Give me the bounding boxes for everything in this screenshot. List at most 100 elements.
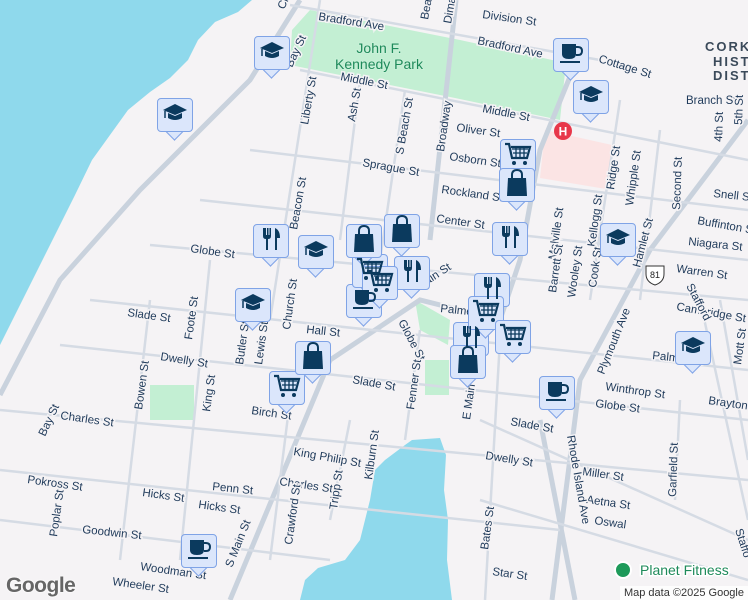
street-label: Dwelly St [160,351,210,370]
planet-fitness-poi[interactable]: Planet Fitness [614,561,730,580]
shopping-icon [352,224,376,258]
street-label: Oliver St [456,122,502,140]
street-label: Wooley St [566,244,585,298]
coffee-icon [544,379,570,408]
marker-box [539,376,575,410]
street-label: Garfield St [667,442,681,498]
green-space [425,360,449,395]
district-label: DISTR [713,68,748,83]
restaurant-marker[interactable] [492,222,528,265]
grocery-marker[interactable] [495,320,531,363]
map-attribution[interactable]: Map data ©2025 Google [619,586,748,600]
grocery-marker[interactable] [269,371,305,414]
shopping-icon [505,168,529,202]
street-label: Beac [419,0,435,21]
street-label: Buffinton St [696,215,748,237]
school-marker[interactable] [573,80,609,123]
marker-box [384,214,420,248]
shopping-marker[interactable] [450,345,486,388]
street-label: Bay St [37,402,63,439]
school-icon [259,40,285,67]
google-logo: Google [6,574,76,597]
street-label: Branch St [686,95,737,107]
street-label: Hall St [306,324,342,340]
school-marker[interactable] [675,331,711,374]
marker-box [499,168,535,202]
marker-box [553,38,589,72]
street-label: Hicks St [198,499,242,517]
school-marker[interactable] [600,223,636,266]
marker-box [346,224,382,258]
street-label: Rockland St [441,184,505,205]
district-label: CORKY [705,39,748,54]
grocery-icon [499,322,527,353]
school-marker[interactable] [157,98,193,141]
marker-box [181,534,217,568]
coffee-marker[interactable] [553,38,589,81]
marker-box [254,36,290,70]
street-label: Globe St [595,398,642,415]
school-icon [240,292,266,319]
street-label: Staffo [732,527,748,559]
hospital-area [540,130,612,190]
school-marker[interactable] [254,36,290,79]
street-label: Star St [492,566,529,583]
svg-text:81: 81 [650,270,660,280]
coffee-marker[interactable] [181,534,217,577]
street-label: Niagara St [688,236,744,254]
hospital-marker[interactable]: H [554,122,572,140]
street-label: Snell St [713,188,748,204]
street-label: S Beach St [394,96,416,156]
street-label: Wheeler St [112,576,171,596]
street-label: King St [201,373,218,412]
street-label: Foote St [183,295,201,341]
street-label: Poplar St [48,488,67,537]
street-label: Tripp St [328,469,346,511]
district-label: HISTO [713,54,748,69]
street-label: Oswal [594,515,627,531]
marker-box [450,345,486,379]
school-marker[interactable] [298,235,334,278]
street-label: Second St [671,156,685,210]
street-label: 4th St [713,111,726,142]
marker-box [495,320,531,354]
marker-box [157,98,193,132]
marker-box [298,235,334,269]
restaurant-marker[interactable] [253,224,289,267]
svg-text:Planet Fitness: Planet Fitness [640,562,729,578]
street-label: King Philip St [292,446,362,470]
street-label: Goodwin St [82,524,143,542]
shopping-marker[interactable] [499,168,535,211]
street-label: Mott St [732,327,748,366]
school-marker[interactable] [235,288,271,331]
coffee-marker[interactable] [539,376,575,419]
street-label: Aetna St [586,494,632,512]
school-icon [578,84,604,111]
bay-water [0,0,252,345]
street-label: Ash St [346,86,364,122]
street-label: Warren St [676,263,729,282]
restaurant-icon [498,224,522,255]
restaurant-icon [400,258,424,289]
svg-text:H: H [559,125,568,139]
shopping-marker[interactable] [384,214,420,257]
marker-box [253,224,289,258]
street-label: Slade St [351,374,397,394]
street-label: Liberty St [299,75,319,126]
marker-box [492,222,528,256]
street-label: Charles St [279,476,335,495]
marker-box [573,80,609,114]
restaurant-marker[interactable] [394,256,430,299]
grocery-icon [273,373,301,404]
street-label: Brayton [708,395,748,412]
marker-box [675,331,711,365]
marker-box [600,223,636,257]
school-icon [162,102,188,129]
school-icon [303,239,329,266]
street-label: S Main St [224,518,254,569]
street-label: Slade St [127,307,173,325]
grocery-icon [504,141,532,172]
marker-box [394,256,430,290]
shopping-icon [456,345,480,379]
shopping-icon [390,214,414,248]
